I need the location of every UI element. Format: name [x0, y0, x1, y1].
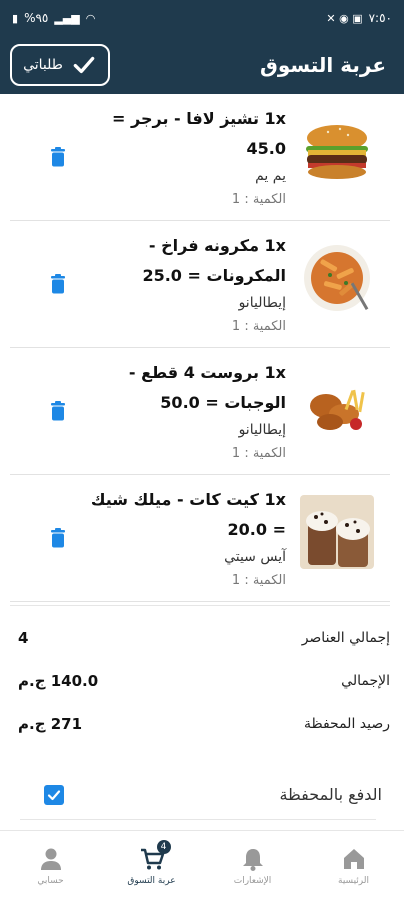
nav-account[interactable]: حسابي: [0, 831, 101, 900]
cart-item-restaurant: إيطاليانو: [238, 422, 286, 438]
checkmark-icon: [73, 56, 95, 74]
page-title: عربة التسوق: [259, 53, 386, 77]
check-icon: [47, 789, 61, 800]
cart-item-quantity: الكمية : 1: [231, 192, 286, 207]
total-label: الإجمالي: [341, 672, 390, 689]
nav-notifications-label: الإشعارات: [233, 875, 272, 886]
battery-level: %٩٥: [24, 11, 49, 25]
delete-icon[interactable]: [50, 528, 66, 548]
delete-icon[interactable]: [50, 147, 66, 167]
total-items-label: إجمالي العناصر: [301, 629, 390, 646]
cart-badge: 4: [156, 839, 171, 854]
notification-icons: ✕ ◉ ▣: [326, 11, 363, 25]
status-right: ✕ ◉ ▣ ٧:٥٠: [326, 11, 392, 25]
app-bar: طلباتي عربة التسوق: [0, 36, 404, 94]
pay-with-wallet-row[interactable]: الدفع بالمحفظة: [20, 770, 382, 820]
cart-item-title: 1x مكرونه فراخ - المكرونات = 25.0: [142, 236, 286, 285]
cart-item: 1x كيت كات - ميلك شيك = 20.0 آيس سيتي ال…: [10, 475, 390, 602]
wallet-balance-value: 271 ج.م: [18, 714, 83, 733]
cart-item: 1x مكرونه فراخ - المكرونات = 25.0 إيطالي…: [10, 221, 390, 348]
cart-item-restaurant: يم يم: [255, 168, 286, 184]
home-icon: [343, 848, 364, 869]
cart-item-restaurant: إيطاليانو: [238, 295, 286, 311]
nav-cart[interactable]: 4 عربة التسوق: [101, 831, 202, 900]
summary-total-row: الإجمالي 140.0 ج.م: [10, 659, 390, 702]
cart-item-details: 1x بروست 4 قطع - الوجبات = 50.0 إيطاليان…: [86, 358, 286, 466]
total-value: 140.0 ج.م: [18, 671, 99, 690]
cart-item-quantity: الكمية : 1: [231, 319, 286, 334]
my-orders-button[interactable]: طلباتي: [10, 44, 110, 86]
nav-notifications[interactable]: الإشعارات: [202, 831, 303, 900]
person-icon: [40, 848, 61, 870]
battery-icon: ▮: [12, 11, 19, 25]
nav-account-label: حسابي: [37, 875, 64, 886]
delete-icon[interactable]: [50, 401, 66, 421]
pasta-image: [300, 241, 374, 315]
broasted-chicken-image: [300, 368, 374, 442]
cart-item-details: 1x كيت كات - ميلك شيك = 20.0 آيس سيتي ال…: [86, 485, 286, 593]
total-items-value: 4: [18, 628, 29, 647]
milkshake-image: [300, 495, 374, 569]
cart-item: 1x بروست 4 قطع - الوجبات = 50.0 إيطاليان…: [10, 348, 390, 475]
cart-item-quantity: الكمية : 1: [231, 446, 286, 461]
cart-item-title: 1x كيت كات - ميلك شيك = 20.0: [90, 490, 286, 539]
cart-icon-wrap: 4: [139, 839, 171, 872]
cart-item-details: 1x مكرونه فراخ - المكرونات = 25.0 إيطالي…: [86, 231, 286, 339]
nav-home[interactable]: الرئيسية: [303, 831, 404, 900]
nav-cart-label: عربة التسوق: [127, 875, 176, 886]
bottom-navigation: الرئيسية الإشعارات 4 عربة التسوق حسابي: [0, 830, 404, 900]
cart-item-title: 1x بروست 4 قطع - الوجبات = 50.0: [128, 363, 286, 412]
my-orders-label: طلباتي: [23, 57, 63, 73]
status-left: ▮ %٩٥ ▂▄▆ ◠: [12, 11, 95, 25]
order-summary: إجمالي العناصر 4 الإجمالي 140.0 ج.م رصيد…: [10, 605, 390, 745]
cart-item-title: 1x تشيز لافا - برجر = 45.0: [112, 109, 286, 158]
summary-wallet-row: رصيد المحفظة 271 ج.م: [10, 702, 390, 745]
pay-with-wallet-checkbox[interactable]: [44, 784, 64, 805]
cart-item-details: 1x تشيز لافا - برجر = 45.0 يم يم الكمية …: [86, 104, 286, 212]
wifi-icon: ◠: [85, 11, 96, 25]
status-time: ٧:٥٠: [368, 11, 392, 25]
cart-item-restaurant: آيس سيتي: [224, 549, 286, 565]
burger-image: [300, 114, 374, 188]
cart-item: 1x تشيز لافا - برجر = 45.0 يم يم الكمية …: [10, 94, 390, 221]
nav-home-label: الرئيسية: [338, 875, 369, 886]
summary-items-row: إجمالي العناصر 4: [10, 616, 390, 659]
cart-item-quantity: الكمية : 1: [231, 573, 286, 588]
signal-icon: ▂▄▆: [54, 11, 80, 25]
bell-icon: [242, 848, 263, 871]
wallet-balance-label: رصيد المحفظة: [303, 715, 390, 732]
delete-icon[interactable]: [50, 274, 66, 294]
pay-with-wallet-label: الدفع بالمحفظة: [279, 785, 382, 804]
cart-list: 1x تشيز لافا - برجر = 45.0 يم يم الكمية …: [0, 94, 404, 602]
status-bar: ▮ %٩٥ ▂▄▆ ◠ ✕ ◉ ▣ ٧:٥٠: [0, 0, 404, 36]
